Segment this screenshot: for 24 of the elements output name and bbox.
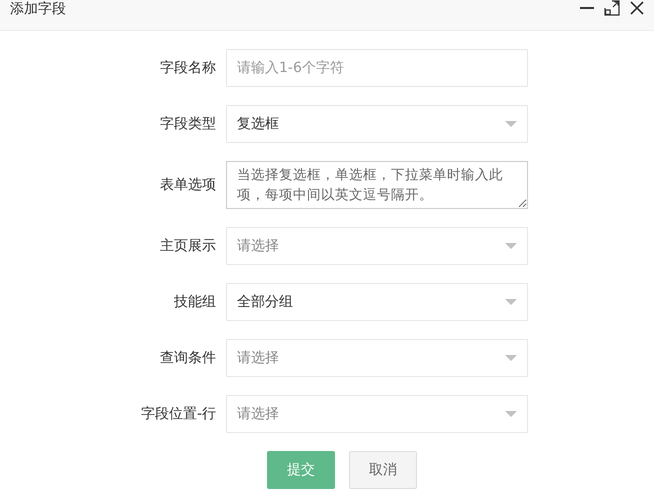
- caret-icon: [505, 243, 517, 249]
- maximize-icon[interactable]: [604, 0, 620, 16]
- submit-button[interactable]: 提交: [267, 451, 335, 489]
- select-field[interactable]: 复选框: [226, 105, 528, 143]
- select-field[interactable]: 请选择: [226, 227, 528, 265]
- field-label: 字段类型: [159, 115, 217, 133]
- caret-icon: [505, 355, 517, 361]
- input-field[interactable]: 请输入1-6个字符: [226, 49, 528, 87]
- field-label: 字段名称: [159, 59, 217, 77]
- field-label: 主页展示: [159, 237, 217, 255]
- field-label: 字段位置-行: [140, 405, 217, 423]
- field-label: 技能组: [173, 293, 217, 311]
- select-field[interactable]: 请选择: [226, 395, 528, 433]
- field-label: 查询条件: [159, 349, 217, 367]
- textarea-field[interactable]: 当选择复选框，单选框，下拉菜单时输入此项，每项中间以英文逗号隔开。: [226, 161, 528, 209]
- cancel-button[interactable]: 取消: [349, 451, 417, 489]
- select-field[interactable]: 请选择: [226, 339, 528, 377]
- select-field[interactable]: 全部分组: [226, 283, 528, 321]
- caret-icon: [505, 299, 517, 305]
- close-icon[interactable]: [630, 0, 644, 16]
- caret-icon: [505, 121, 517, 127]
- caret-icon: [505, 411, 517, 417]
- field-label: 表单选项: [159, 176, 217, 194]
- window-title: 添加字段: [10, 1, 66, 18]
